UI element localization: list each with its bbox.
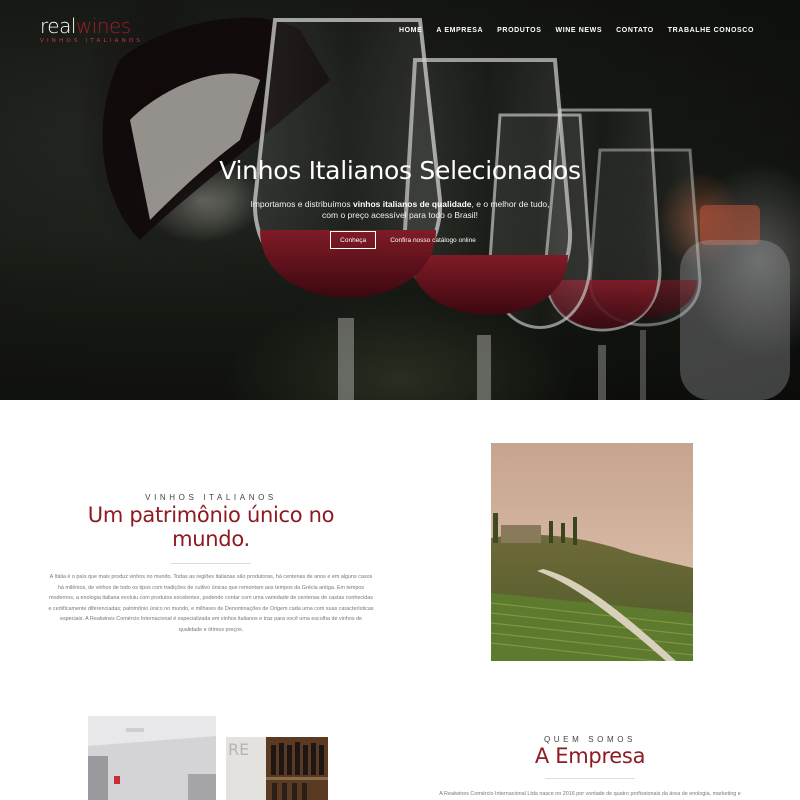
patrimonio-text: A Itália é o país que mais produz vinhos…: [48, 574, 374, 633]
office-photo: [88, 716, 216, 800]
svg-text:RE: RE: [228, 740, 249, 759]
patrimonio-kicker: VINHOS ITALIANOS: [145, 493, 277, 502]
nav-contato[interactable]: CONTATO: [616, 27, 654, 34]
nav-home[interactable]: HOME: [399, 27, 422, 34]
conheca-button[interactable]: Conheça: [330, 231, 377, 249]
hero-subtitle-pre: Importamos e distribuímos: [250, 199, 353, 209]
hero-banner: realwines VINHOS ITALIANOS HOME A EMPRES…: [0, 0, 800, 400]
patrimonio-divider: [171, 563, 251, 564]
logo-wordmark: realwines: [40, 14, 143, 38]
patrimonio-block: VINHOS ITALIANOS Um patrimônio único no …: [48, 493, 374, 635]
catalog-link[interactable]: Confira nosso catálogo online: [390, 237, 476, 244]
empresa-divider: [545, 778, 635, 779]
hero-title: Vinhos Italianos Selecionados: [219, 156, 581, 185]
nav-trabalhe-conosco[interactable]: TRABALHE CONOSCO: [668, 27, 754, 34]
hero-actions: Conheça Confira nosso catálogo online: [0, 231, 800, 249]
empresa-heading: A Empresa: [534, 744, 646, 768]
empresa-text: A Realwines Comércio Internacional Ltda …: [439, 791, 741, 797]
vineyard-photo: [491, 443, 693, 661]
nav-produtos[interactable]: PRODUTOS: [497, 27, 541, 34]
nav-empresa[interactable]: A EMPRESA: [436, 27, 483, 34]
hero-subtitle-line2: com o preço acessível para todo o Brasil…: [322, 210, 478, 220]
hero-subtitle: Importamos e distribuímos vinhos italian…: [0, 199, 800, 221]
office-interior-image: [88, 716, 216, 800]
vineyard-image: [491, 443, 693, 661]
logo-tagline: VINHOS ITALIANOS: [40, 38, 144, 44]
site-logo[interactable]: realwines VINHOS ITALIANOS: [40, 14, 143, 44]
hero-subtitle-bold: vinhos italianos de qualidade: [352, 199, 472, 209]
empresa-kicker: QUEM SOMOS: [543, 735, 636, 744]
logo-part-wines: wines: [75, 14, 131, 38]
patrimonio-heading: Um patrimônio único no mundo.: [87, 503, 335, 551]
hero-subtitle-post: , e o melhor de tudo,: [471, 199, 550, 209]
logo-part-real: real: [40, 14, 76, 38]
wine-shelf-image: RE: [226, 737, 328, 800]
nav-wine-news[interactable]: WINE NEWS: [556, 27, 603, 34]
main-nav: HOME A EMPRESA PRODUTOS WINE NEWS CONTAT…: [385, 27, 754, 34]
empresa-block: QUEM SOMOS A Empresa A Realwines Comérci…: [420, 735, 760, 800]
wine-shelf-photo: RE: [226, 737, 328, 800]
